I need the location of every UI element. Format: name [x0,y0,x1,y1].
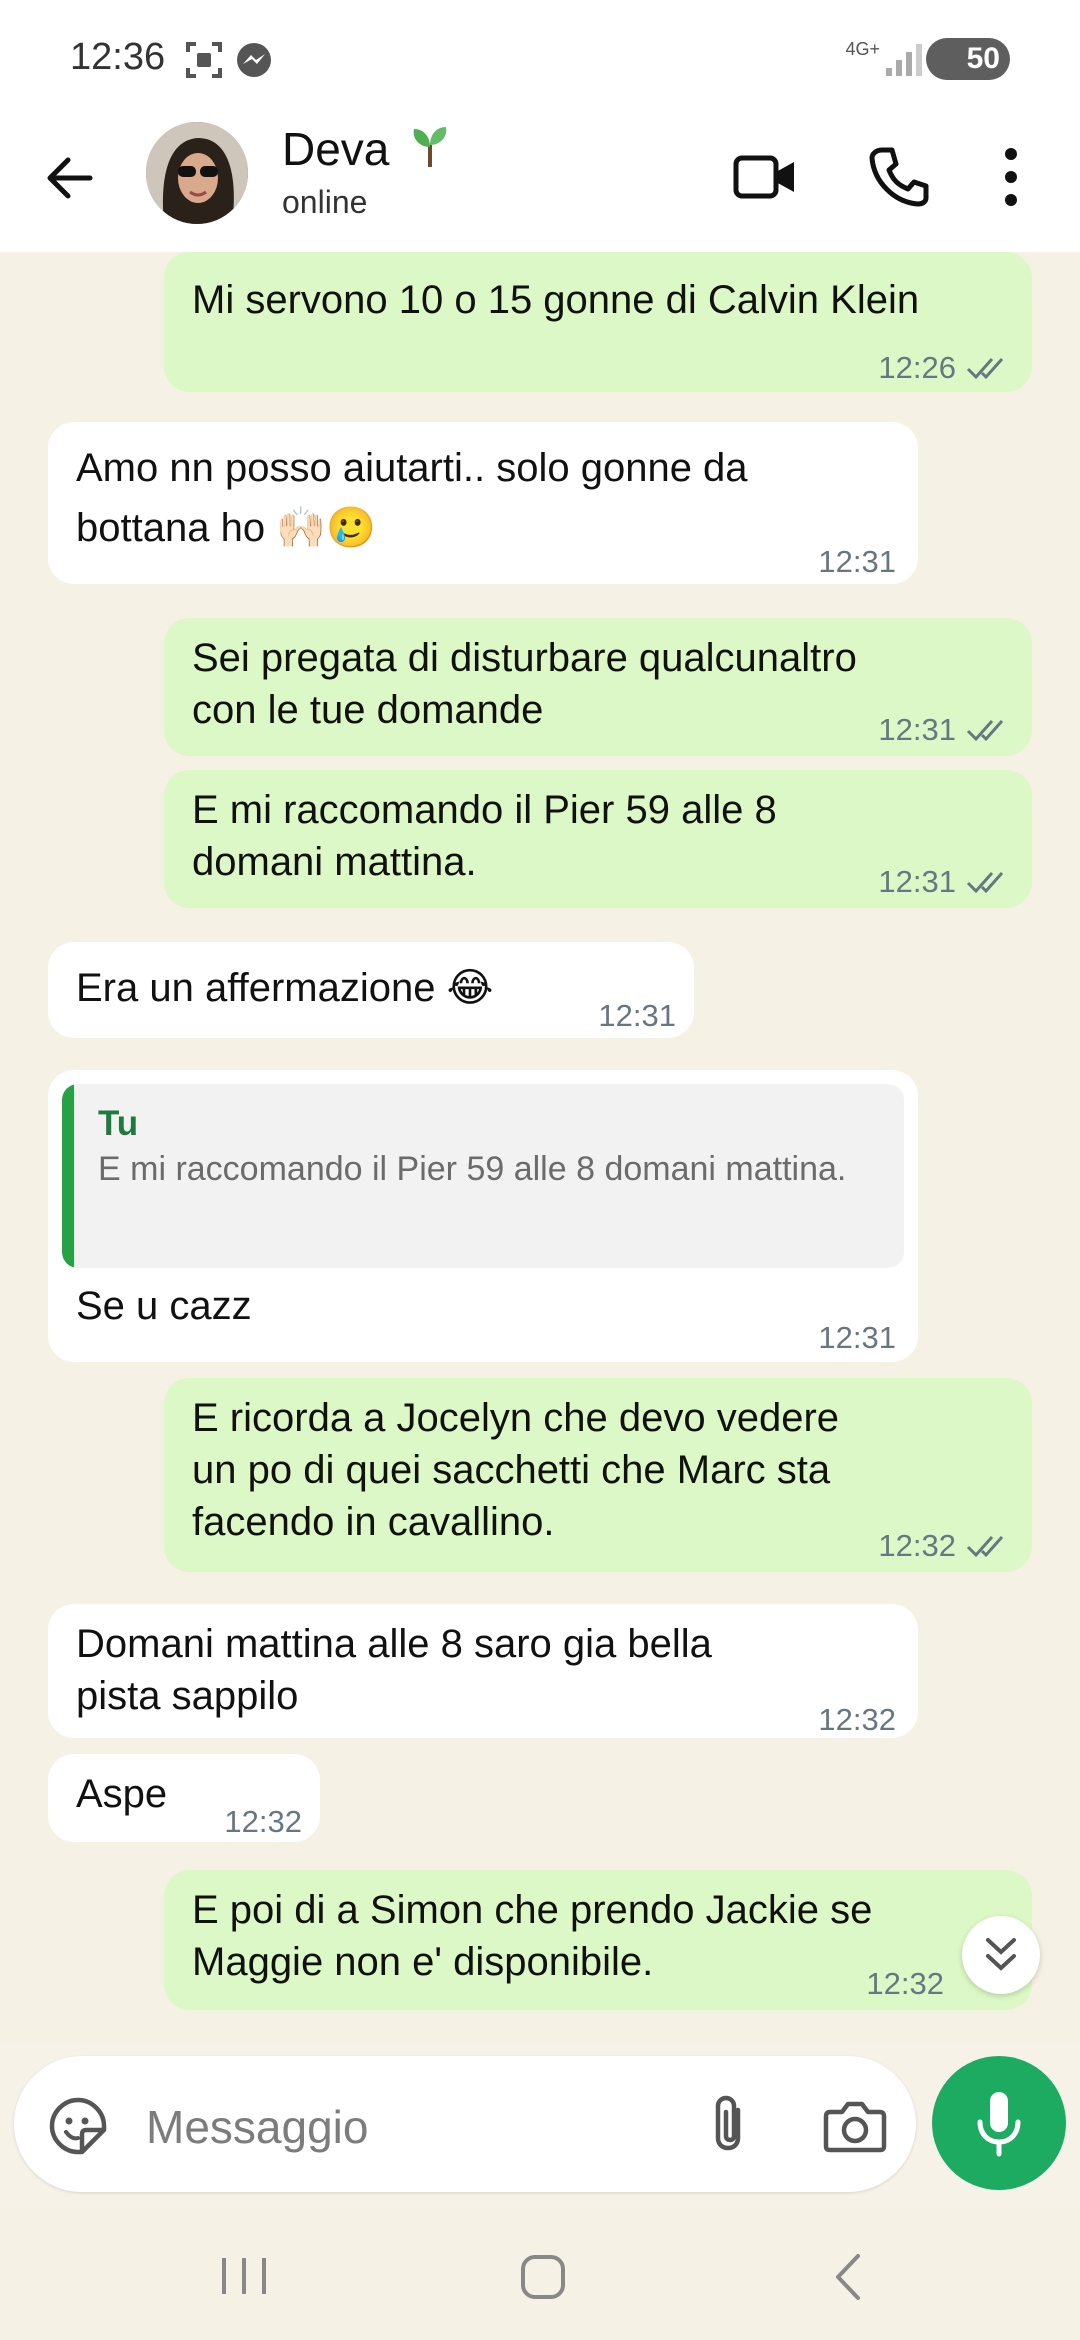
outgoing-message[interactable]: Mi servono 10 o 15 gonne di Calvin Klein… [164,252,1032,392]
message-time: 12:31 [818,1320,896,1355]
outgoing-message[interactable]: E poi di a Simon che prendo Jackie se Ma… [164,1870,1032,2010]
message-time: 12:32 [224,1804,302,1839]
chat-header: Deva online [0,118,1080,252]
microphone-icon [977,2092,1021,2157]
status-bar: 12:36 4G+ 50 [0,0,1080,118]
quote-text: E mi raccomando il Pier 59 alle 8 domani… [98,1150,847,1188]
home-icon[interactable] [518,2252,568,2302]
status-time: 12:36 [70,36,166,78]
message-text: Amo nn posso aiutarti.. solo gonne da bo… [76,446,748,550]
quoted-message[interactable]: Tu E mi raccomando il Pier 59 alle 8 dom… [62,1084,904,1268]
message-text: Era un affermazione 😂 [76,966,494,1010]
message-time: 12:31 [818,544,896,579]
message-input[interactable]: Messaggio [146,2100,368,2154]
incoming-reply-message[interactable]: Tu E mi raccomando il Pier 59 alle 8 dom… [48,1070,918,1362]
voice-call-icon[interactable] [864,142,934,212]
message-meta: 12:32 [878,1520,1012,1572]
scroll-to-bottom-button[interactable] [962,1916,1040,1994]
message-meta: 12:31 [598,990,676,1042]
read-receipt-icon [966,720,1004,742]
contact-name-text: Deva [282,123,390,175]
message-text: Aspe [76,1772,168,1816]
outgoing-message[interactable]: Sei pregata di disturbare qualcunaltro c… [164,618,1032,756]
message-time: 12:32 [878,1528,956,1563]
message-time: 12:31 [878,712,956,747]
incoming-message[interactable]: Era un affermazione 😂 12:31 [48,942,694,1038]
contact-status: online [282,184,368,220]
message-meta: 12:32 [818,1694,896,1746]
message-composer[interactable]: Messaggio [14,2056,916,2192]
messenger-icon [237,43,271,77]
seedling-icon [413,127,447,167]
screenshot-icon [186,42,222,78]
double-chevron-down-icon [986,1938,1016,1971]
message-meta: 12:31 [878,856,1012,908]
message-text: Se u cazz [76,1284,252,1328]
avatar[interactable] [146,122,248,224]
read-receipt-icon [966,358,1004,380]
outgoing-message[interactable]: E mi raccomando il Pier 59 alle 8 domani… [164,770,1032,908]
message-meta: 12:32 [866,1958,944,2010]
camera-icon[interactable] [822,2096,888,2156]
message-meta: 12:26 [878,342,1012,394]
read-receipt-icon [966,1536,1004,1558]
message-time: 12:32 [818,1702,896,1737]
message-text: Sei pregata di disturbare qualcunaltro c… [192,636,857,732]
message-meta: 12:31 [878,704,1012,756]
message-text: E ricorda a Jocelyn che devo vedere un p… [192,1396,840,1544]
incoming-message[interactable]: Amo nn posso aiutarti.. solo gonne da bo… [48,422,918,584]
read-receipt-icon [966,872,1004,894]
more-options-icon[interactable] [986,142,1036,212]
message-meta: 12:32 [224,1796,302,1848]
battery-indicator: 50 [926,38,1010,80]
recent-apps-icon[interactable] [216,2254,272,2298]
quote-author: Tu [98,1104,139,1143]
voice-message-button[interactable] [932,2056,1066,2190]
message-time: 12:32 [866,1966,944,2001]
chat-area[interactable]: Mi servono 10 o 15 gonne di Calvin Klein… [0,252,1080,2042]
quote-accent-bar [62,1084,74,1268]
attach-paperclip-icon[interactable] [700,2094,760,2158]
message-text: E mi raccomando il Pier 59 alle 8 domani… [192,788,777,884]
battery-level: 50 [966,42,1000,75]
outgoing-message[interactable]: E ricorda a Jocelyn che devo vedere un p… [164,1378,1032,1572]
message-meta: 12:31 [818,536,896,588]
contact-name[interactable]: Deva [282,122,452,176]
sticker-emoji-icon[interactable] [48,2096,108,2156]
back-nav-icon[interactable] [826,2252,870,2302]
incoming-message[interactable]: Domani mattina alle 8 saro gia bella pis… [48,1604,918,1738]
back-arrow-icon[interactable] [38,146,102,210]
message-text: Mi servono 10 o 15 gonne di Calvin Klein [192,278,920,322]
message-text: E poi di a Simon che prendo Jackie se Ma… [192,1888,873,1984]
message-time: 12:31 [598,998,676,1033]
signal-icon [886,44,922,76]
system-navigation-bar [0,2208,1080,2340]
network-indicator: 4G+ [845,39,880,59]
message-time: 12:26 [878,350,956,385]
video-call-icon[interactable] [730,142,800,212]
incoming-message[interactable]: Aspe 12:32 [48,1754,320,1842]
message-time: 12:31 [878,864,956,899]
message-text: Domani mattina alle 8 saro gia bella pis… [76,1622,712,1718]
message-meta: 12:31 [818,1312,896,1364]
